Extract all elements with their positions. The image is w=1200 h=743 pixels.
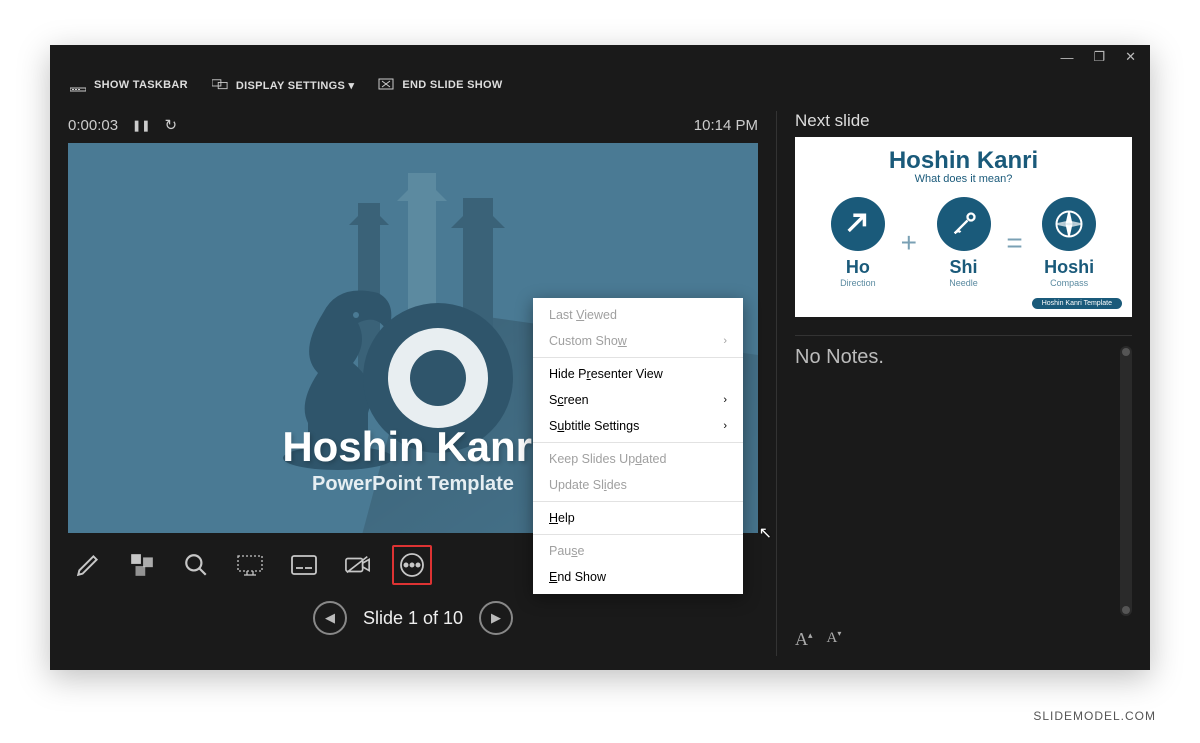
next-slide-heading: Next slide xyxy=(795,111,1132,131)
restore-button[interactable]: ❐ xyxy=(1093,49,1105,65)
window-titlebar: — ❐ ✕ xyxy=(50,45,1150,69)
more-options-button[interactable] xyxy=(392,545,432,585)
see-all-slides-button[interactable] xyxy=(122,545,162,585)
arrow-up-right-icon xyxy=(831,197,885,251)
pager-row: ◀ Slide 1 of 10 ▶ xyxy=(68,601,758,635)
next-slide-subtitle: What does it mean? xyxy=(795,173,1132,185)
top-toolbar: SHOW TASKBAR DISPLAY SETTINGS ▾ END SLID… xyxy=(50,69,1150,101)
compass-icon xyxy=(1042,197,1096,251)
menu-keep-slides-updated: Keep Slides Updated xyxy=(533,446,743,472)
timer-row: 0:00:03 ❚❚ ↻ 10:14 PM xyxy=(68,111,758,139)
equals-icon: = xyxy=(1006,227,1026,259)
next-slide-title: Hoshin Kanri xyxy=(795,147,1132,175)
increase-font-button[interactable]: A▴ xyxy=(795,629,813,650)
camera-off-button[interactable] xyxy=(338,545,378,585)
next-slide-content-row: Ho Direction + Shi Needle = xyxy=(795,197,1132,288)
menu-pause: Pause xyxy=(533,538,743,564)
current-slide-preview[interactable]: Hoshin Kanri PowerPoint Template Last Vi… xyxy=(68,143,758,533)
needle-icon xyxy=(937,197,991,251)
next-slide-item-hoshi: Hoshi Compass xyxy=(1026,197,1112,288)
black-screen-button[interactable] xyxy=(230,545,270,585)
minimize-button[interactable]: — xyxy=(1060,50,1073,65)
slide-counter: Slide 1 of 10 xyxy=(363,608,463,628)
decrease-font-button[interactable]: A▾ xyxy=(827,629,842,650)
next-slide-item-shi: Shi Needle xyxy=(921,197,1007,288)
show-taskbar-label: SHOW TASKBAR xyxy=(94,79,188,91)
right-column: Next slide Hoshin Kanri What does it mea… xyxy=(776,111,1132,656)
menu-help[interactable]: Help xyxy=(533,505,743,531)
show-taskbar-button[interactable]: SHOW TASKBAR xyxy=(70,78,188,92)
font-size-controls: A▴ A▾ xyxy=(795,629,841,650)
elapsed-time: 0:00:03 xyxy=(68,117,118,134)
toggle-subtitles-button[interactable] xyxy=(284,545,324,585)
menu-hide-presenter-view[interactable]: Hide Presenter View xyxy=(533,361,743,387)
left-column: 0:00:03 ❚❚ ↻ 10:14 PM Hoshin Kanri xyxy=(68,111,758,656)
next-slide-badge: Hoshin Kanri Template xyxy=(1032,298,1122,309)
zoom-tool-button[interactable] xyxy=(176,545,216,585)
menu-custom-show: Custom Show› xyxy=(533,328,743,354)
content-area: 0:00:03 ❚❚ ↻ 10:14 PM Hoshin Kanri xyxy=(50,101,1150,670)
menu-subtitle-settings[interactable]: Subtitle Settings› xyxy=(533,413,743,439)
displays-icon xyxy=(212,78,228,92)
taskbar-icon xyxy=(70,78,86,92)
end-slide-show-button[interactable]: END SLIDE SHOW xyxy=(378,78,502,92)
notes-pane[interactable]: No Notes. A▴ A▾ xyxy=(795,335,1132,656)
next-slide-item-ho: Ho Direction xyxy=(815,197,901,288)
clock-time: 10:14 PM xyxy=(694,117,758,134)
menu-update-slides: Update Slides xyxy=(533,472,743,498)
pause-timer-button[interactable]: ❚❚ xyxy=(132,119,150,132)
cursor-icon: ↖ xyxy=(759,523,772,543)
restart-timer-button[interactable]: ↻ xyxy=(164,116,177,134)
plus-icon: + xyxy=(901,227,921,259)
menu-screen[interactable]: Screen› xyxy=(533,387,743,413)
presenter-view-window: — ❐ ✕ SHOW TASKBAR DISPLAY SETTINGS ▾ EN… xyxy=(50,45,1150,670)
more-options-context-menu: Last Viewed Custom Show› Hide Presenter … xyxy=(533,298,743,594)
end-slide-show-label: END SLIDE SHOW xyxy=(402,79,502,91)
notes-placeholder: No Notes. xyxy=(795,346,884,368)
notes-scrollbar[interactable] xyxy=(1120,346,1132,616)
display-settings-button[interactable]: DISPLAY SETTINGS ▾ xyxy=(212,78,355,92)
next-slide-button[interactable]: ▶ xyxy=(479,601,513,635)
end-show-icon xyxy=(378,78,394,92)
next-slide-thumbnail[interactable]: Hoshin Kanri What does it mean? Ho Direc… xyxy=(795,137,1132,317)
menu-end-show[interactable]: End Show xyxy=(533,564,743,590)
watermark: SLIDEMODEL.COM xyxy=(1033,709,1156,723)
menu-last-viewed: Last Viewed xyxy=(533,302,743,328)
previous-slide-button[interactable]: ◀ xyxy=(313,601,347,635)
display-settings-label: DISPLAY SETTINGS ▾ xyxy=(236,79,355,92)
close-button[interactable]: ✕ xyxy=(1125,49,1136,65)
pen-tool-button[interactable] xyxy=(68,545,108,585)
